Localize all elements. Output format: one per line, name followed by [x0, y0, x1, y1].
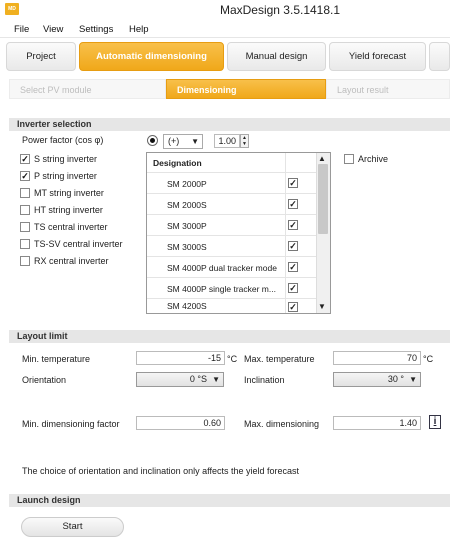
min-dimensioning-label: Min. dimensioning factor: [22, 419, 120, 429]
min-temperature-unit: °C: [227, 354, 238, 364]
label-s-string: S string inverter: [34, 154, 98, 164]
grid-row-checkbox[interactable]: ✓: [288, 178, 298, 188]
subtab-select-pv-module[interactable]: Select PV module: [9, 79, 166, 99]
checkbox-s-string[interactable]: ✓: [20, 154, 30, 164]
inclination-label: Inclination: [244, 375, 285, 385]
section-layout-limit: Layout limit: [9, 330, 450, 343]
label-ts-central: TS central inverter: [34, 222, 108, 232]
checkbox-rx-central[interactable]: [20, 256, 30, 266]
scroll-up-icon[interactable]: ▲: [318, 154, 326, 163]
grid-row-checkbox[interactable]: ✓: [288, 283, 298, 293]
power-factor-radio[interactable]: [147, 135, 158, 146]
power-factor-sign-value: (+): [168, 136, 180, 146]
tab-yield-forecast[interactable]: Yield forecast: [329, 42, 426, 71]
scroll-down-icon[interactable]: ▼: [318, 302, 326, 311]
min-temperature-input[interactable]: -15: [136, 351, 225, 365]
subtab-dimensioning[interactable]: Dimensioning: [166, 79, 326, 99]
label-mt-string: MT string inverter: [34, 188, 104, 198]
archive-label: Archive: [358, 154, 389, 164]
orientation-value: 0 °S: [189, 374, 207, 384]
label-ht-string: HT string inverter: [34, 205, 103, 215]
inclination-value: 30 °: [387, 374, 404, 384]
checkbox-ts-central[interactable]: [20, 222, 30, 232]
tab-automatic-dimensioning[interactable]: Automatic dimensioning: [79, 42, 224, 71]
menu-file[interactable]: File: [14, 24, 29, 35]
checkbox-p-string[interactable]: ✓: [20, 171, 30, 181]
info-icon[interactable]: i: [429, 415, 441, 429]
section-inverter-selection: Inverter selection: [9, 118, 450, 131]
orientation-select[interactable]: 0 °S ▼: [136, 372, 224, 387]
section-launch-design: Launch design: [9, 494, 450, 507]
chevron-down-icon: ▼: [212, 375, 220, 384]
grid-header-designation[interactable]: Designation: [147, 153, 316, 173]
chevron-down-icon: ▼: [191, 137, 199, 146]
orientation-note: The choice of orientation and inclinatio…: [22, 466, 300, 476]
orientation-label: Orientation: [22, 375, 67, 385]
tab-overflow[interactable]: [429, 42, 450, 71]
min-temperature-label: Min. temperature: [22, 354, 91, 364]
menu-bar: [0, 22, 450, 38]
archive-checkbox[interactable]: [344, 154, 354, 164]
power-factor-spinner[interactable]: ▲ ▼: [240, 134, 249, 148]
tab-manual-design[interactable]: Manual design: [227, 42, 326, 71]
menu-settings[interactable]: Settings: [79, 24, 113, 35]
window-title: MaxDesign 3.5.1418.1: [219, 3, 341, 17]
menu-help[interactable]: Help: [129, 24, 149, 35]
max-temperature-unit: °C: [423, 354, 434, 364]
grid-row-checkbox[interactable]: ✓: [288, 302, 298, 312]
min-dimensioning-input[interactable]: 0.60: [136, 416, 225, 430]
subtab-layout-result[interactable]: Layout result: [326, 79, 450, 99]
tab-project[interactable]: Project: [6, 42, 76, 71]
inclination-select[interactable]: 30 ° ▼: [333, 372, 421, 387]
grid-scrollbar-thumb[interactable]: [318, 164, 328, 234]
checkbox-ht-string[interactable]: [20, 205, 30, 215]
max-temperature-label: Max. temperature: [244, 354, 315, 364]
start-button[interactable]: Start: [21, 517, 124, 537]
grid-row-checkbox[interactable]: ✓: [288, 262, 298, 272]
label-p-string: P string inverter: [34, 171, 97, 181]
chevron-down-icon: ▼: [409, 375, 417, 384]
grid-row-checkbox[interactable]: ✓: [288, 241, 298, 251]
checkbox-ts-sv-central[interactable]: [20, 239, 30, 249]
label-rx-central: RX central inverter: [34, 256, 109, 266]
grid-row-checkbox[interactable]: ✓: [288, 199, 298, 209]
menu-view[interactable]: View: [43, 24, 63, 35]
max-dimensioning-label: Max. dimensioning: [244, 419, 320, 429]
power-factor-input[interactable]: 1.00: [214, 134, 240, 148]
max-dimensioning-input[interactable]: 1.40: [333, 416, 421, 430]
checkbox-mt-string[interactable]: [20, 188, 30, 198]
power-factor-label: Power factor (cos φ): [22, 135, 104, 145]
power-factor-sign-select[interactable]: (+) ▼: [163, 134, 203, 149]
max-temperature-input[interactable]: 70: [333, 351, 421, 365]
label-ts-sv-central: TS-SV central inverter: [34, 239, 123, 249]
grid-row-checkbox[interactable]: ✓: [288, 220, 298, 230]
